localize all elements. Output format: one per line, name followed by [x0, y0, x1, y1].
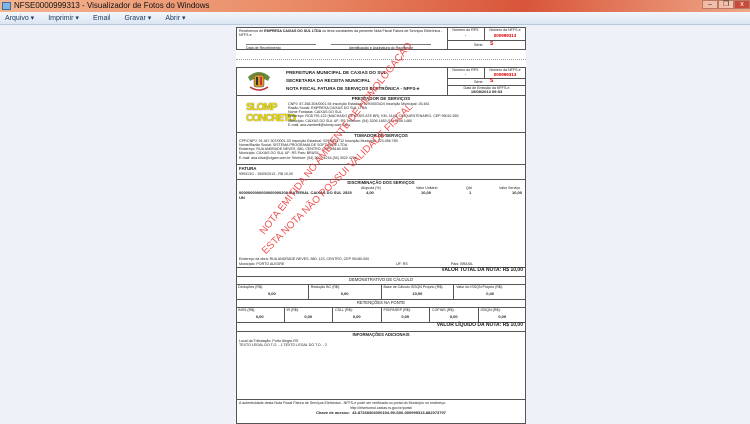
service-qtd: 1 — [469, 190, 472, 195]
header-serie-label: Série: — [474, 80, 484, 84]
cell-value: 0,00 — [255, 314, 264, 319]
header-rps-value: - — [464, 72, 467, 76]
header-nota-title: NOTA FISCAL FATURA DE SERVIÇOS ELETRÔNIC… — [286, 86, 420, 91]
header-serie-value: S — [490, 78, 494, 84]
ret-cell: IR (R$): 0,00 — [283, 307, 333, 322]
service-aliquota: 4,00 — [366, 190, 374, 195]
cell-value: 0,00 — [352, 314, 361, 319]
receipt-rps-label: Número do RPS — [452, 28, 479, 32]
cell-value: 0,40 — [486, 291, 495, 296]
cut-line — [236, 59, 526, 60]
ret-cell: INSS (R$): 0,00 — [236, 307, 284, 322]
obra-pais: País: BRASIL — [451, 262, 473, 266]
cell-label: COFINS (R$): — [432, 308, 455, 312]
receipt-text: Recebemos de EMPRESA CAIXAS DO SUL LTDA … — [239, 29, 443, 38]
info-line: TEXTO LEGAL DO T.O. - 1 TEXTO LEGAL DO T… — [239, 343, 327, 347]
cell-value: 0,00 — [267, 291, 276, 296]
ret-cell: ISSQN (R$): 0,00 — [477, 307, 527, 322]
menu-imprimir[interactable]: Imprimir ▾ — [48, 12, 79, 24]
prestador-title: PRESTADOR DE SERVIÇOS — [351, 96, 411, 101]
receipt-date-label: Data de Recebimento — [246, 44, 316, 50]
ret-cell: CSLL (R$): 0,00 — [332, 307, 381, 322]
prestador-line: E-mail: ana.zambelli@slomp.com Site: — [288, 122, 350, 127]
menu-gravar[interactable]: Gravar ▾ — [124, 12, 151, 24]
valor-total: VALOR TOTAL DA NOTA: R$ 10,00 — [441, 267, 523, 273]
window-title: NFSE0000999313 - Visualizador de Fotos d… — [14, 1, 210, 10]
cell-label: CSLL (R$): — [335, 308, 353, 312]
header-secretaria: SECRETARIA DA RECEITA MUNICIPAL — [286, 78, 371, 83]
cell-label: Base de Cálculo ISSQN Próprio (R$): — [383, 285, 444, 289]
cell-value: 0,00 — [498, 314, 507, 319]
emission-date-value: 19/08/2013 09:03 — [470, 89, 503, 94]
calc-cell: Valor do ISSQN Próprio (R$): 0,40 — [453, 284, 526, 299]
coat-of-arms-icon — [246, 69, 272, 93]
info-title: INFORMAÇÕES ADICIONAIS — [352, 332, 410, 337]
obra-municipio: Município: PORTO ALEGRE — [239, 262, 285, 266]
cell-value: 0,00 — [304, 314, 313, 319]
calc-cell: Deduções (R$): 0,00 — [236, 284, 308, 299]
title-bar: NFSE0000999313 - Visualizador de Fotos d… — [0, 0, 750, 12]
service-value: 10,00 — [512, 190, 523, 195]
cell-value: 0,00 — [449, 314, 458, 319]
prestador-logo: SLOMP CONCRETO — [246, 102, 296, 124]
restore-button[interactable]: ❐ — [718, 0, 734, 9]
close-button[interactable]: x — [734, 0, 750, 9]
cell-label: INSS (R$): — [238, 308, 256, 312]
app-icon — [2, 2, 11, 10]
header-prefeitura: PREFEITURA MUNICIPAL DE CAXIAS DO SUL — [286, 70, 387, 75]
fatura-line: 999313/1 - 19/09/2013 - R$ 10,00 — [239, 172, 293, 176]
cell-label: Redução BC (R$): — [310, 285, 341, 289]
retencoes-row: INSS (R$): 0,00 IR (R$): 0,00 CSLL (R$): 0,00… — [236, 307, 526, 322]
cell-value: 0,00 — [401, 314, 410, 319]
calculo-row: Deduções (R$): 0,00 Redução BC (R$): 0,00 Ba… — [236, 284, 526, 299]
footer-auth-text: A autenticidade desta Nota Fiscal Fatura… — [239, 401, 446, 405]
menu-arquivo[interactable]: Arquivo ▾ — [5, 12, 34, 24]
tomador-line: E-mail: ana.silva@cigam.com.br Telefone:… — [239, 155, 357, 160]
receipt-sign-label: Identificação e Assinatura do Recebedor — [331, 44, 431, 50]
access-key: Chave de acesso: 43-87268304000194-99-S0… — [316, 410, 446, 415]
valor-liquido: VALOR LÍQUIDO DA NOTA: R$ 10,00 — [436, 322, 523, 328]
cell-label: IR (R$): — [286, 308, 300, 312]
service-unit-value: 10,00 — [421, 190, 432, 195]
obra-uf: UF: RS — [396, 262, 408, 266]
cell-label: Deduções (R$): — [238, 285, 264, 289]
cell-label: ISSQN (R$): — [480, 308, 501, 312]
ret-cell: COFINS (R$): 0,00 — [429, 307, 478, 322]
calc-cell: Redução BC (R$): 0,00 — [307, 284, 381, 299]
receipt-nf-label: Número da NFFS-e — [489, 28, 521, 32]
servicos-title: DISCRIMINAÇÃO DOS SERVIÇOS — [347, 180, 415, 185]
cell-value: 10,00 — [412, 291, 423, 296]
receipt-serie-value: S — [490, 41, 494, 47]
cell-label: PIS/PASEP (R$): — [383, 308, 411, 312]
toolbar: Arquivo ▾ Imprimir ▾ Email Gravar ▾ Abri… — [0, 12, 750, 25]
ret-cell: PIS/PASEP (R$): 0,00 — [380, 307, 430, 322]
menu-email[interactable]: Email — [93, 12, 111, 24]
cell-value: 0,00 — [340, 291, 349, 296]
header-nf-value: 000999313 — [493, 72, 517, 77]
receipt-rps-value: - — [464, 33, 467, 37]
receipt-serie-label: Série: — [474, 43, 484, 47]
cell-label: Valor do ISSQN Próprio (R$): — [456, 285, 504, 289]
fatura-title: FATURA — [239, 166, 257, 171]
retencoes-title: RETENÇÕES NA FONTE — [356, 300, 406, 305]
minimize-button[interactable]: – — [702, 0, 718, 9]
calculo-title: DEMONSTRATIVO DE CÁLCULO — [348, 277, 414, 282]
obra-address: Endereço da obra: RUA ANDRADE NEVES, 580… — [239, 257, 370, 261]
receipt-nf-value: 000999313 — [493, 33, 517, 38]
invoice-document: Recebemos de EMPRESA CAIXAS DO SUL LTDA … — [236, 27, 526, 424]
menu-abrir[interactable]: Abrir ▾ — [165, 12, 185, 24]
calc-cell: Base de Cálculo ISSQN Próprio (R$): 10,00 — [380, 284, 454, 299]
